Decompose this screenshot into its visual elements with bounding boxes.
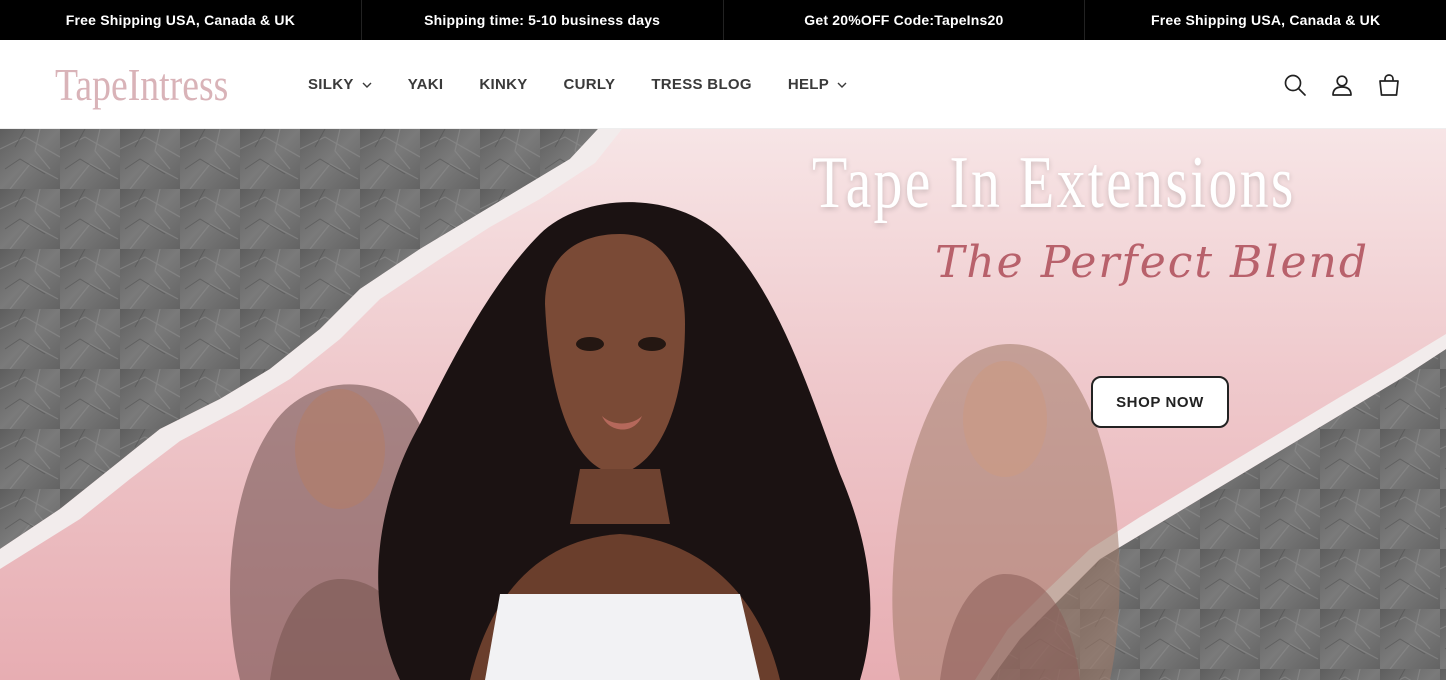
search-icon[interactable] xyxy=(1282,72,1308,98)
nav-item-label: SILKY xyxy=(308,76,354,93)
announcement-bar: Free Shipping USA, Canada & UK Shipping … xyxy=(0,0,1446,40)
hero-title: Tape In Extensions xyxy=(812,142,1296,224)
site-logo[interactable]: TapeIntress xyxy=(55,58,228,112)
cart-icon[interactable] xyxy=(1376,72,1402,98)
nav-item-kinky[interactable]: KINKY xyxy=(479,76,527,93)
announcement-item: Free Shipping USA, Canada & UK xyxy=(1151,12,1381,28)
announcement-item: Free Shipping USA, Canada & UK xyxy=(0,0,362,40)
nav-item-label: CURLY xyxy=(563,76,616,93)
model-image-right xyxy=(892,344,1120,680)
nav-item-help[interactable]: HELP xyxy=(788,76,847,93)
site-header: TapeIntress SILKY YAKI KINKY CURLY TRESS… xyxy=(0,40,1446,129)
nav-item-label: YAKI xyxy=(407,76,444,93)
nav-item-tress-blog[interactable]: TRESS BLOG xyxy=(651,76,752,93)
hero-banner[interactable]: Tape In Extensions The Perfect Blend SHO… xyxy=(0,129,1446,680)
hero-subtitle: The Perfect Blend xyxy=(935,237,1369,288)
nav-item-yaki[interactable]: YAKI xyxy=(408,76,444,93)
nav-item-label: KINKY xyxy=(479,76,528,93)
nav-item-label: TRESS BLOG xyxy=(651,76,752,93)
account-icon[interactable] xyxy=(1329,72,1355,98)
nav-item-curly[interactable]: CURLY xyxy=(564,76,616,93)
main-nav: SILKY YAKI KINKY CURLY TRESS BLOG HELP xyxy=(308,40,883,129)
header-icons xyxy=(1261,40,1402,129)
nav-item-silky[interactable]: SILKY xyxy=(308,76,372,93)
announcement-item: Shipping time: 5-10 business days xyxy=(362,0,724,40)
chevron-down-icon xyxy=(362,82,372,88)
shop-now-button[interactable]: SHOP NOW xyxy=(1091,376,1229,428)
chevron-down-icon xyxy=(837,82,847,88)
model-image-center xyxy=(378,202,871,680)
announcement-item: Get 20%OFF Code:TapeIns20 xyxy=(724,0,1086,40)
nav-item-label: HELP xyxy=(787,76,830,93)
